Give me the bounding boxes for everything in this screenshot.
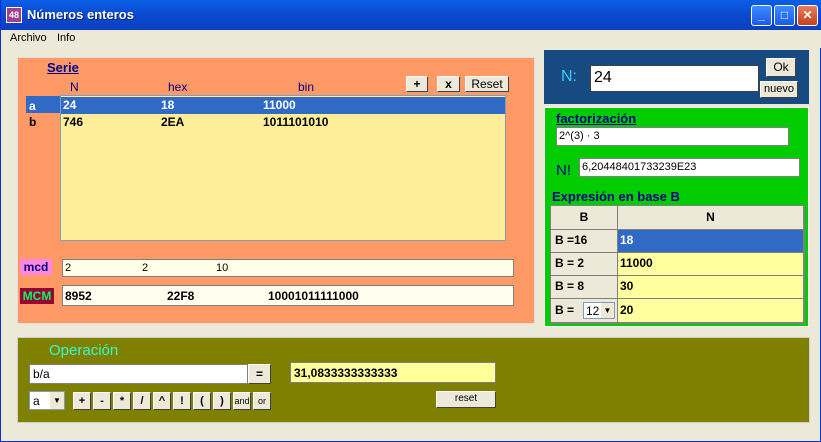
menu-archivo[interactable]: Archivo: [10, 32, 47, 44]
factor-field: 2^(3) · 3: [556, 127, 789, 146]
app-icon: 48: [6, 7, 22, 23]
op-or-button[interactable]: or: [253, 392, 271, 410]
mcm-hex: 22F8: [167, 289, 195, 303]
equals-button[interactable]: =: [248, 364, 271, 384]
op-and-button[interactable]: and: [233, 392, 251, 410]
row-n-2[interactable]: 11000: [618, 253, 804, 276]
mcm-bin: 10001011111000: [268, 289, 359, 303]
nfact-value: 6,20448401733239E23: [582, 161, 697, 173]
reset-serie-button[interactable]: Reset: [465, 76, 509, 92]
base-select[interactable]: 12 ▼: [583, 302, 615, 319]
col-header-b: B: [551, 206, 618, 230]
op-power-button[interactable]: ^: [153, 392, 171, 410]
row-bin: 11000: [263, 98, 296, 112]
col-header-n: N: [618, 206, 804, 230]
result-value: 31,0833333333333: [294, 366, 398, 380]
row-b-2: B = 2: [551, 253, 618, 276]
mcd-n: 2: [65, 262, 72, 274]
op-open-paren-button[interactable]: (: [193, 392, 211, 410]
row-n: 24: [63, 98, 77, 112]
factor-title: factorización: [556, 111, 637, 126]
expression-value: b/a: [33, 367, 50, 381]
mcd-field: 2 2 10: [62, 259, 514, 277]
row-hex: 18: [161, 98, 175, 112]
row-bin: 1011101010: [263, 115, 329, 129]
remove-button[interactable]: x: [437, 76, 460, 92]
op-multiply-button[interactable]: *: [113, 392, 131, 410]
list-item[interactable]: 746 2EA 1011101010: [61, 114, 505, 131]
row-n-16[interactable]: 18: [618, 230, 804, 253]
mcm-label: MCM: [20, 288, 54, 304]
menu-info[interactable]: Info: [57, 32, 75, 44]
expression-input[interactable]: b/a: [29, 364, 248, 384]
window-title: Números enteros: [27, 7, 134, 22]
mcm-field: 8952 22F8 10001011111000: [62, 285, 514, 306]
variable-select-value: a: [33, 394, 40, 408]
nfact-field: 6,20448401733239E23: [579, 158, 800, 177]
serie-panel: Serie N hex bin + x Reset a b 24 18 1100…: [17, 57, 535, 324]
factor-panel: factorización 2^(3) · 3 N! 6,20448401733…: [544, 107, 809, 327]
row-b-16: B =16: [551, 230, 618, 253]
n-panel: N: 24 Ok nuevo: [544, 50, 809, 104]
operation-title: Operación: [49, 342, 119, 359]
chevron-down-icon[interactable]: ▼: [50, 392, 64, 409]
n-value: 24: [594, 69, 612, 86]
ok-button[interactable]: Ok: [766, 58, 796, 77]
mcd-label: mcd: [20, 259, 52, 275]
op-divide-button[interactable]: /: [133, 392, 151, 410]
base-select-value: 12: [586, 304, 600, 318]
serie-title: Serie: [47, 60, 79, 75]
row-n-custom[interactable]: 20: [618, 299, 804, 323]
n-label: N:: [561, 68, 577, 85]
row-label-b: b: [29, 115, 37, 129]
mcd-hex: 2: [142, 262, 149, 274]
row-label-a: a: [29, 99, 36, 113]
close-button[interactable]: ✕: [797, 5, 818, 26]
serie-list[interactable]: 24 18 11000 746 2EA 1011101010: [60, 95, 506, 241]
maximize-button[interactable]: □: [774, 5, 795, 26]
list-item[interactable]: 24 18 11000: [61, 97, 505, 114]
factor-value: 2^(3) · 3: [559, 130, 600, 142]
row-hex: 2EA: [161, 115, 185, 129]
op-minus-button[interactable]: -: [93, 392, 111, 410]
base-table: B N B =16 18 B = 2 11000 B = 8 30 B = 12…: [550, 205, 805, 324]
add-button[interactable]: +: [406, 76, 428, 92]
header-n: N: [70, 80, 79, 94]
variable-select[interactable]: a ▼: [29, 391, 65, 410]
mcd-bin: 10: [216, 262, 229, 274]
header-hex: hex: [168, 80, 188, 94]
base-title: Expresión en base B: [552, 189, 680, 204]
nfact-label: N!: [556, 162, 571, 179]
row-b-custom-label: B =: [555, 303, 575, 317]
op-factorial-button[interactable]: !: [173, 392, 191, 410]
minimize-button[interactable]: _: [751, 5, 772, 26]
row-b-8: B = 8: [551, 276, 618, 299]
title-bar[interactable]: 48 Números enteros _ □ ✕: [1, 0, 821, 30]
n-input[interactable]: 24: [590, 65, 759, 92]
main-window: 48 Números enteros _ □ ✕ Archivo Info Se…: [0, 0, 821, 442]
op-plus-button[interactable]: +: [73, 392, 91, 410]
row-n: 746: [63, 115, 84, 129]
op-close-paren-button[interactable]: ): [213, 392, 231, 410]
operation-panel: Operación b/a = 31,0833333333333 a ▼ + -…: [17, 337, 810, 423]
menu-bar: Archivo Info: [1, 30, 821, 48]
mcm-n: 8952: [65, 289, 92, 303]
reset-operation-button[interactable]: reset: [436, 391, 496, 408]
header-bin: bin: [298, 80, 315, 94]
result-field: 31,0833333333333: [290, 362, 496, 383]
row-n-8[interactable]: 30: [618, 276, 804, 299]
nuevo-button[interactable]: nuevo: [760, 81, 798, 98]
chevron-down-icon[interactable]: ▼: [601, 303, 614, 318]
